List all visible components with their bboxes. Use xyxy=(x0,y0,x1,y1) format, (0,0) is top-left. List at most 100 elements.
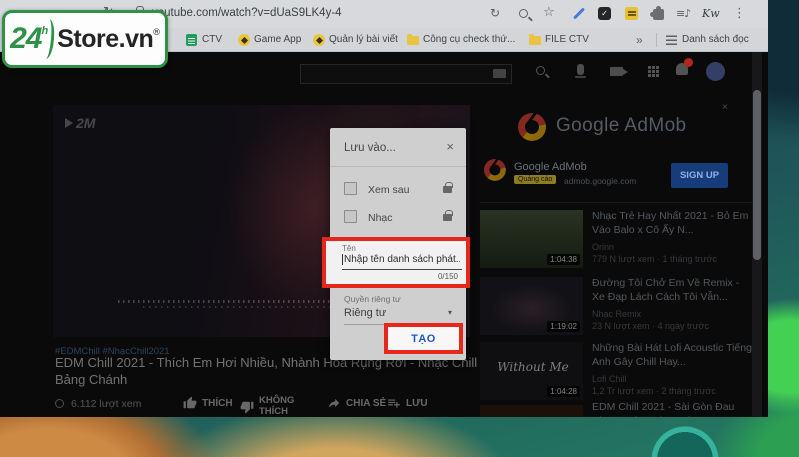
mic-icon[interactable] xyxy=(577,64,584,75)
notification-badge xyxy=(684,58,693,67)
bookmark-file-ctv[interactable]: FILE CTV xyxy=(545,34,589,45)
screenshot-stage: youtube.com/watch?v=dUaS9LK4y-4 Kw CTV G… xyxy=(0,0,799,457)
keyboard-icon[interactable] xyxy=(493,69,506,78)
suggestion-title[interactable]: Đường Tôi Chở Em Về Remix - Xe Đạp Lách … xyxy=(592,277,754,304)
bookmark-ctv[interactable]: CTV xyxy=(202,34,222,45)
list-item[interactable]: Đường Tôi Chở Em Về Remix - Xe Đạp Lách … xyxy=(592,277,754,331)
bookmarks-overflow-chevron[interactable]: » xyxy=(636,33,643,47)
reading-list-icon[interactable] xyxy=(666,35,677,45)
youtube-page: 2M #EDMChill #NhạcChill2021 EDM Chill 20… xyxy=(0,52,768,417)
thumbnail-text: Without Me xyxy=(488,360,578,374)
ads-extension-icon[interactable] xyxy=(625,7,638,20)
save-label: LƯU xyxy=(406,398,428,409)
admob-logo-small xyxy=(484,159,506,181)
playlist-extension-icon[interactable] xyxy=(676,7,690,20)
lock-icon xyxy=(443,186,452,193)
folder-icon[interactable] xyxy=(529,36,541,45)
list-item[interactable]: Nhạc Trẻ Hay Nhất 2021 - Bỏ Em Vào Balo … xyxy=(592,210,754,264)
suggestion-title[interactable]: Những Bài Hát Lofi Acoustic Tiếng Anh Gâ… xyxy=(592,342,754,369)
share-icon xyxy=(327,396,341,410)
music-checkbox[interactable] xyxy=(344,210,357,223)
video-duration: 1:04:28 xyxy=(547,386,580,397)
chevron-down-icon[interactable] xyxy=(448,308,452,317)
highlight-create-button: TẠO xyxy=(384,323,463,354)
dialog-title: Lưu vào... xyxy=(344,142,396,154)
ad-badge: Quảng cáo xyxy=(514,175,556,184)
bookmark-star-icon[interactable] xyxy=(543,5,555,20)
search-icon[interactable] xyxy=(536,66,545,75)
ad-signup-button[interactable]: SIGN UP xyxy=(671,163,728,188)
privacy-dropdown[interactable]: Riêng tư xyxy=(344,307,386,319)
bookmark-quan-ly[interactable]: Quản lý bài viết xyxy=(329,34,398,45)
reading-list-label[interactable]: Danh sách đọc xyxy=(682,34,749,45)
watch-later-label[interactable]: Xem sau xyxy=(368,184,409,196)
suggestion-meta: 1,2 Tr lượt xem · 2 tháng trước xyxy=(592,386,754,396)
view-count: 6.112 lượt xem xyxy=(71,398,141,410)
scrollbar[interactable] xyxy=(752,52,762,417)
search-input[interactable] xyxy=(300,64,512,84)
browser-menu-icon[interactable] xyxy=(733,6,746,21)
like-button[interactable]: THÍCH xyxy=(183,396,233,410)
avatar[interactable] xyxy=(706,62,725,81)
char-counter: 0/150 xyxy=(438,272,458,281)
ad-close-icon[interactable]: × xyxy=(722,102,728,113)
sheet-icon[interactable] xyxy=(186,34,197,46)
save-button[interactable]: LƯU xyxy=(387,396,428,410)
apps-grid-icon[interactable] xyxy=(648,66,651,69)
close-icon[interactable]: × xyxy=(446,139,454,154)
create-video-icon[interactable] xyxy=(610,67,623,76)
music-label[interactable]: Nhạc xyxy=(368,212,393,224)
input-underline xyxy=(342,269,462,270)
share-label: CHIA SẺ xyxy=(346,398,386,409)
divider xyxy=(480,202,752,203)
suggestion-title[interactable]: Nhạc Trẻ Hay Nhất 2021 - Bỏ Em Vào Balo … xyxy=(592,210,754,237)
ad-url: admob.google.com xyxy=(564,176,636,186)
scrollbar-thumb[interactable] xyxy=(753,90,761,260)
like-label: THÍCH xyxy=(202,398,233,409)
signature-extension-icon[interactable]: Kw xyxy=(702,7,720,20)
suggestion-title[interactable]: EDM Chill 2021 - Sài Gòn Đau Lòng Quá, Đ… xyxy=(592,401,754,417)
playlist-name-input[interactable]: Nhập tên danh sách phát... xyxy=(342,254,460,265)
ad-companion-title[interactable]: Google AdMob xyxy=(514,161,587,173)
extensions-puzzle-icon[interactable] xyxy=(653,9,664,20)
video-duration: 1:04:38 xyxy=(547,254,580,265)
text-cursor xyxy=(342,254,343,265)
suggestion-thumbnail[interactable]: Without Me 1:04:28 xyxy=(480,342,583,400)
extension-refresh-icon[interactable] xyxy=(490,6,500,20)
bookmark-cong-cu[interactable]: Công cụ check thứ... xyxy=(423,34,515,45)
name-label: Tên xyxy=(342,244,356,253)
views-icon xyxy=(55,399,64,408)
thumb-down-icon xyxy=(240,400,254,414)
suggestion-thumbnail[interactable]: 1:04:38 xyxy=(480,210,583,268)
ad-brand-text: Google AdMob xyxy=(556,115,687,137)
site-watermark-logo: 24 h Store.vn ® xyxy=(2,10,168,68)
privacy-label: Quyền riêng tư xyxy=(344,294,401,304)
suggestion-thumbnail[interactable] xyxy=(480,405,583,417)
bookmark-game-app[interactable]: Game App xyxy=(254,34,301,45)
channel-watermark: 2M xyxy=(65,115,95,131)
share-button[interactable]: CHIA SẺ xyxy=(327,396,386,410)
suggestion-thumbnail[interactable]: 1:19:02 xyxy=(480,277,583,335)
app-icon[interactable] xyxy=(313,34,325,46)
suggestion-meta: 779 N lượt xem · 1 tháng trước xyxy=(592,254,754,264)
pen-extension-icon[interactable] xyxy=(573,7,585,19)
thumb-up-icon xyxy=(183,396,197,410)
suggestion-meta: 23 N lượt xem · 4 ngày trước xyxy=(592,321,754,331)
list-item[interactable]: EDM Chill 2021 - Sài Gòn Đau Lòng Quá, Đ… xyxy=(592,401,754,417)
lock-icon xyxy=(443,214,452,221)
watch-later-checkbox[interactable] xyxy=(344,182,357,195)
divider xyxy=(656,33,657,47)
dislike-button[interactable]: KHÔNG THÍCH xyxy=(240,396,305,417)
suggestion-channel: Nhạc Remix xyxy=(592,309,754,319)
highlight-name-input: Tên Nhập tên danh sách phát... 0/150 xyxy=(322,237,470,288)
play-icon xyxy=(65,118,73,128)
zoom-icon[interactable] xyxy=(519,9,528,18)
folder-icon[interactable] xyxy=(407,36,419,45)
logo-registered-mark: ® xyxy=(153,27,160,37)
address-bar-url[interactable]: youtube.com/watch?v=dUaS9LK4y-4 xyxy=(152,7,342,19)
checkmark-extension-icon[interactable] xyxy=(598,7,611,20)
list-item[interactable]: Những Bài Hát Lofi Acoustic Tiếng Anh Gâ… xyxy=(592,342,754,396)
video-duration: 1:19:02 xyxy=(547,321,580,332)
app-icon[interactable] xyxy=(238,34,250,46)
create-button[interactable]: TẠO xyxy=(411,333,436,345)
